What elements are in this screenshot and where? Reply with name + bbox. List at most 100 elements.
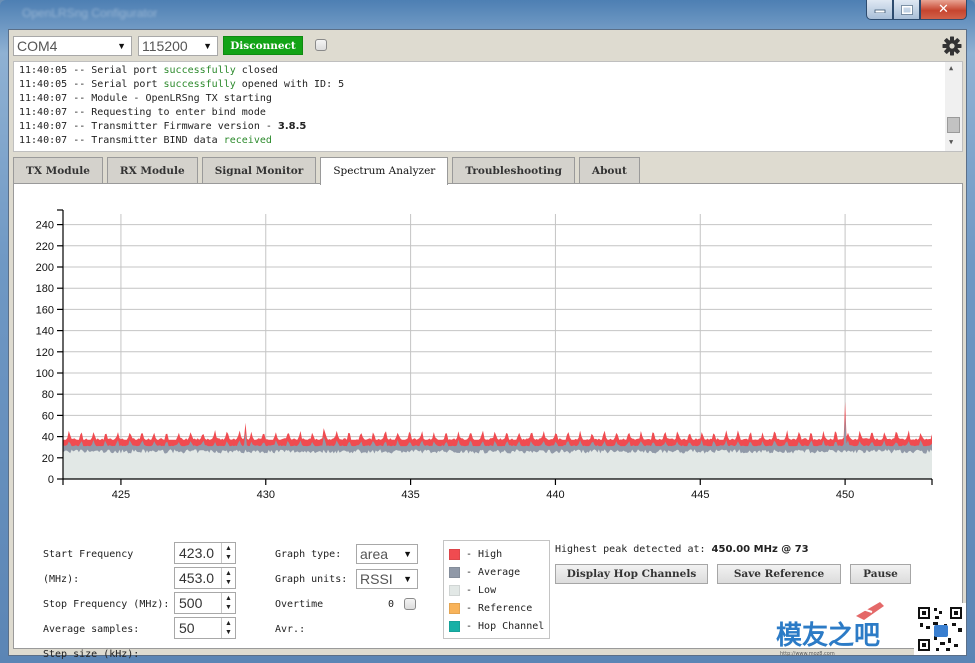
log-text: 3.8.5 <box>277 121 307 132</box>
scroll-down-icon[interactable]: ▼ <box>949 138 953 146</box>
graph-type-select[interactable]: area ▼ <box>356 544 418 564</box>
auto-connect-checkbox[interactable] <box>315 39 327 51</box>
tab-rx-module[interactable]: RX Module <box>106 157 198 183</box>
baud-select-value: 115200 <box>142 38 188 54</box>
display-hop-channels-button[interactable]: Display Hop Channels <box>555 564 708 584</box>
console-log: 11:40:05 -- Serial port successfully clo… <box>13 61 963 152</box>
x-tick-label: 435 <box>401 489 419 501</box>
graph-units-value: RSSI <box>360 571 393 587</box>
y-tick-label: 240 <box>36 220 54 232</box>
start-frequency-value: 423.0 <box>179 545 215 561</box>
x-tick-label: 430 <box>257 489 275 501</box>
y-tick-label: 200 <box>36 262 54 274</box>
average-samples-label: Average samples: <box>43 624 140 635</box>
scroll-up-icon[interactable]: ▲ <box>949 64 953 72</box>
log-line: 11:40:07 -- Transmitter Firmware version… <box>19 120 344 134</box>
average-samples-input[interactable]: 50 ▲ ▼ <box>174 617 236 639</box>
log-text: closed <box>235 65 278 76</box>
overtime-checkbox[interactable] <box>404 598 416 610</box>
y-tick-label: 140 <box>36 326 54 338</box>
log-scrollbar[interactable]: ▲ ▼ <box>945 62 962 151</box>
stop-frequency-label: Stop Frequency (MHz): <box>43 599 170 610</box>
graph-type-label: Graph type: <box>275 549 342 560</box>
spinner-buttons[interactable]: ▲ ▼ <box>221 568 235 588</box>
x-tick-label: 445 <box>691 489 709 501</box>
watermark-text: 模友之吧 <box>776 620 880 651</box>
start-frequency-label: Start Frequency <box>43 549 134 560</box>
y-tick-label: 120 <box>36 347 54 359</box>
disconnect-button[interactable]: Disconnect <box>223 36 303 55</box>
chart-legend: - High - Average - Low - Reference - Hop Cha… <box>443 540 550 639</box>
log-timestamp: 11:40:07 <box>19 107 68 118</box>
connection-bar: COM4 ▼ 115200 ▼ Disconnect <box>13 36 962 58</box>
series-low-area <box>63 449 932 479</box>
port-select[interactable]: COM4 ▼ <box>13 36 132 56</box>
chevron-down-icon: ▼ <box>117 41 126 51</box>
minimize-button[interactable] <box>866 0 893 20</box>
settings-button[interactable] <box>942 36 962 60</box>
spinner-buttons[interactable]: ▲ ▼ <box>221 618 235 638</box>
window-controls: ✕ <box>866 0 967 20</box>
overtime-label: Overtime <box>275 599 324 610</box>
save-reference-button[interactable]: Save Reference <box>717 564 841 584</box>
stop-frequency-value: 500 <box>179 595 203 611</box>
log-text: Requesting to enter bind mode <box>91 107 266 118</box>
spinner-buttons[interactable]: ▲ ▼ <box>221 593 235 613</box>
x-tick-label: 425 <box>112 489 130 501</box>
stop-frequency-mhz-value: 453.0 <box>179 570 215 586</box>
y-tick-label: 0 <box>48 474 54 486</box>
log-text: Transmitter BIND data <box>91 135 224 146</box>
log-timestamp: 11:40:07 <box>19 135 68 146</box>
avr-label: Avr.: <box>275 624 306 635</box>
mhz-label: (MHz): <box>43 574 80 585</box>
tab-spectrum-analyzer[interactable]: Spectrum Analyzer <box>320 157 449 185</box>
close-icon: ✕ <box>938 2 949 17</box>
log-separator: -- <box>67 65 92 76</box>
log-timestamp: 11:40:07 <box>19 93 68 104</box>
log-timestamp: 11:40:05 <box>19 65 68 76</box>
graph-type-value: area <box>360 546 389 562</box>
log-separator: -- <box>67 93 92 104</box>
stop-frequency-input-mhz[interactable]: 453.0 ▲ ▼ <box>174 567 236 589</box>
log-separator: -- <box>67 107 92 118</box>
y-tick-label: 80 <box>42 389 54 401</box>
overtime-value: 0 <box>388 599 395 610</box>
baud-select[interactable]: 115200 ▼ <box>138 36 218 56</box>
log-text: Transmitter Firmware version - <box>91 121 278 132</box>
minimize-icon <box>874 9 885 13</box>
log-lines: 11:40:05 -- Serial port successfully clo… <box>19 64 344 148</box>
legend-swatch <box>449 585 460 596</box>
log-timestamp: 11:40:07 <box>19 121 68 132</box>
log-separator: -- <box>67 79 92 90</box>
log-text: Serial port <box>91 79 164 90</box>
legend-item: - Low <box>449 585 496 596</box>
chevron-down-icon: ▼ <box>403 574 412 584</box>
gear-icon <box>942 36 962 56</box>
graph-units-select[interactable]: RSSI ▼ <box>356 569 418 589</box>
tab-tx-module[interactable]: TX Module <box>13 157 103 183</box>
stop-frequency-input[interactable]: 500 ▲ ▼ <box>174 592 236 614</box>
y-tick-label: 160 <box>36 304 54 316</box>
port-select-value: COM4 <box>17 38 58 54</box>
scroll-thumb[interactable] <box>947 117 960 133</box>
watermark-logo: 模友之吧 http://www.moz8.com <box>776 602 966 657</box>
y-tick-label: 20 <box>42 453 54 465</box>
start-frequency-input[interactable]: 423.0 ▲ ▼ <box>174 542 236 564</box>
pause-button[interactable]: Pause <box>850 564 911 584</box>
spinner-buttons[interactable]: ▲ ▼ <box>221 543 235 563</box>
tab-signal-monitor[interactable]: Signal Monitor <box>201 157 317 183</box>
log-text: Module - OpenLRSng TX starting <box>91 93 272 104</box>
close-button[interactable]: ✕ <box>920 0 967 20</box>
log-text: Serial port <box>91 65 164 76</box>
maximize-button[interactable] <box>893 0 920 20</box>
peak-label-text: Highest peak detected at: <box>555 544 706 555</box>
tab-bar: TX Module RX Module Signal Monitor Spectrum… <box>13 157 644 185</box>
chevron-down-icon: ▼ <box>203 41 212 51</box>
watermark-url: http://www.moz8.com <box>780 651 835 657</box>
tab-troubleshooting[interactable]: Troubleshooting <box>452 157 575 183</box>
tab-about[interactable]: About <box>578 157 640 183</box>
legend-label: - High <box>466 549 503 560</box>
y-tick-label: 220 <box>36 241 54 253</box>
y-tick-label: 100 <box>36 368 54 380</box>
average-samples-value: 50 <box>179 620 195 636</box>
